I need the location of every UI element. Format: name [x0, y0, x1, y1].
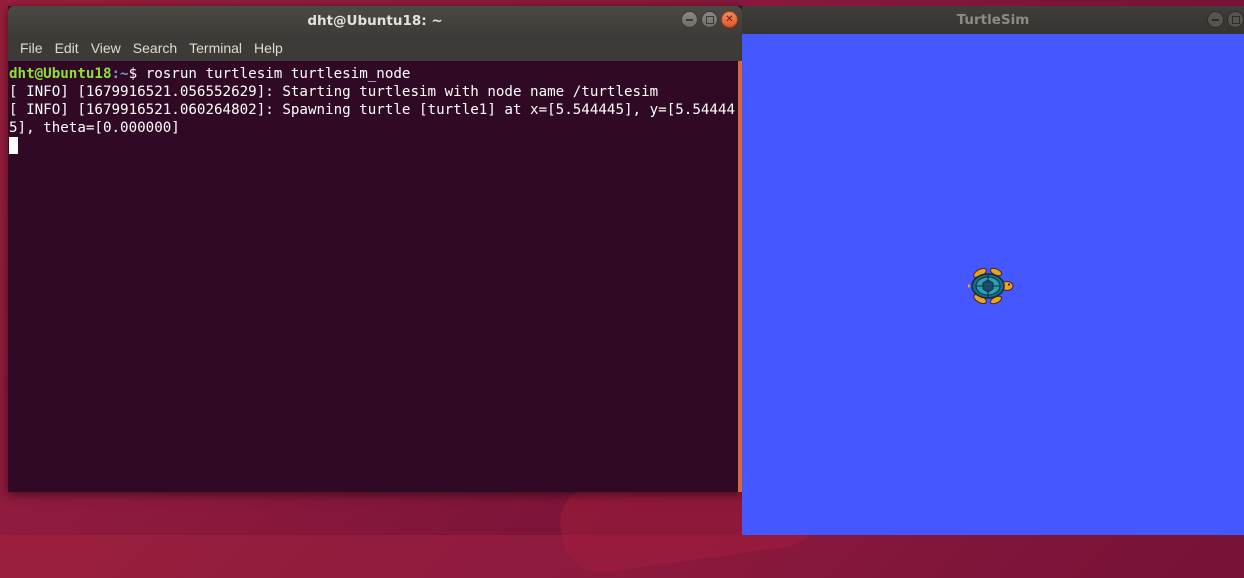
- close-icon: ✕: [725, 13, 734, 25]
- minimize-button[interactable]: [681, 11, 698, 28]
- close-button[interactable]: ✕: [721, 11, 738, 28]
- prompt-symbol: $: [128, 66, 146, 82]
- output-line: [ INFO] [1679916521.060264802]: Spawning…: [9, 102, 736, 136]
- prompt-user: dht@Ubuntu18: [9, 66, 112, 82]
- terminal-window[interactable]: dht@Ubuntu18: ~ ✕ File Edit View Search …: [8, 6, 742, 492]
- menu-file[interactable]: File: [14, 40, 49, 56]
- turtlesim-window[interactable]: TurtleSim: [742, 6, 1244, 535]
- maximize-icon: [702, 12, 717, 27]
- terminal-menubar: File Edit View Search Terminal Help: [8, 35, 742, 61]
- terminal-window-controls: ✕: [681, 11, 738, 28]
- maximize-button[interactable]: [701, 11, 718, 28]
- turtlesim-window-controls: [1207, 11, 1244, 28]
- menu-edit[interactable]: Edit: [49, 40, 85, 56]
- terminal-title: dht@Ubuntu18: ~: [307, 12, 443, 29]
- menu-search[interactable]: Search: [127, 40, 183, 56]
- minimize-icon: [1208, 12, 1223, 27]
- minimize-icon: [682, 12, 697, 27]
- menu-view[interactable]: View: [85, 40, 127, 56]
- turtlesim-title: TurtleSim: [956, 12, 1030, 28]
- maximize-button[interactable]: [1227, 11, 1244, 28]
- terminal-titlebar[interactable]: dht@Ubuntu18: ~ ✕: [8, 6, 742, 35]
- minimize-button[interactable]: [1207, 11, 1224, 28]
- output-line: [ INFO] [1679916521.056552629]: Starting…: [9, 84, 659, 100]
- turtlesim-canvas: [742, 34, 1244, 535]
- text-cursor: [9, 137, 18, 154]
- terminal-text: dht@Ubuntu18:~$ rosrun turtlesim turtles…: [8, 61, 737, 155]
- menu-help[interactable]: Help: [248, 40, 289, 56]
- terminal-output-area[interactable]: dht@Ubuntu18:~$ rosrun turtlesim turtles…: [8, 61, 742, 492]
- prompt-path: :~: [111, 66, 129, 82]
- maximize-icon: [1228, 12, 1243, 27]
- turtlesim-titlebar[interactable]: TurtleSim: [742, 6, 1244, 34]
- turtle-icon: [968, 267, 1014, 305]
- command-text: rosrun turtlesim turtlesim_node: [145, 66, 411, 82]
- menu-terminal[interactable]: Terminal: [183, 40, 248, 56]
